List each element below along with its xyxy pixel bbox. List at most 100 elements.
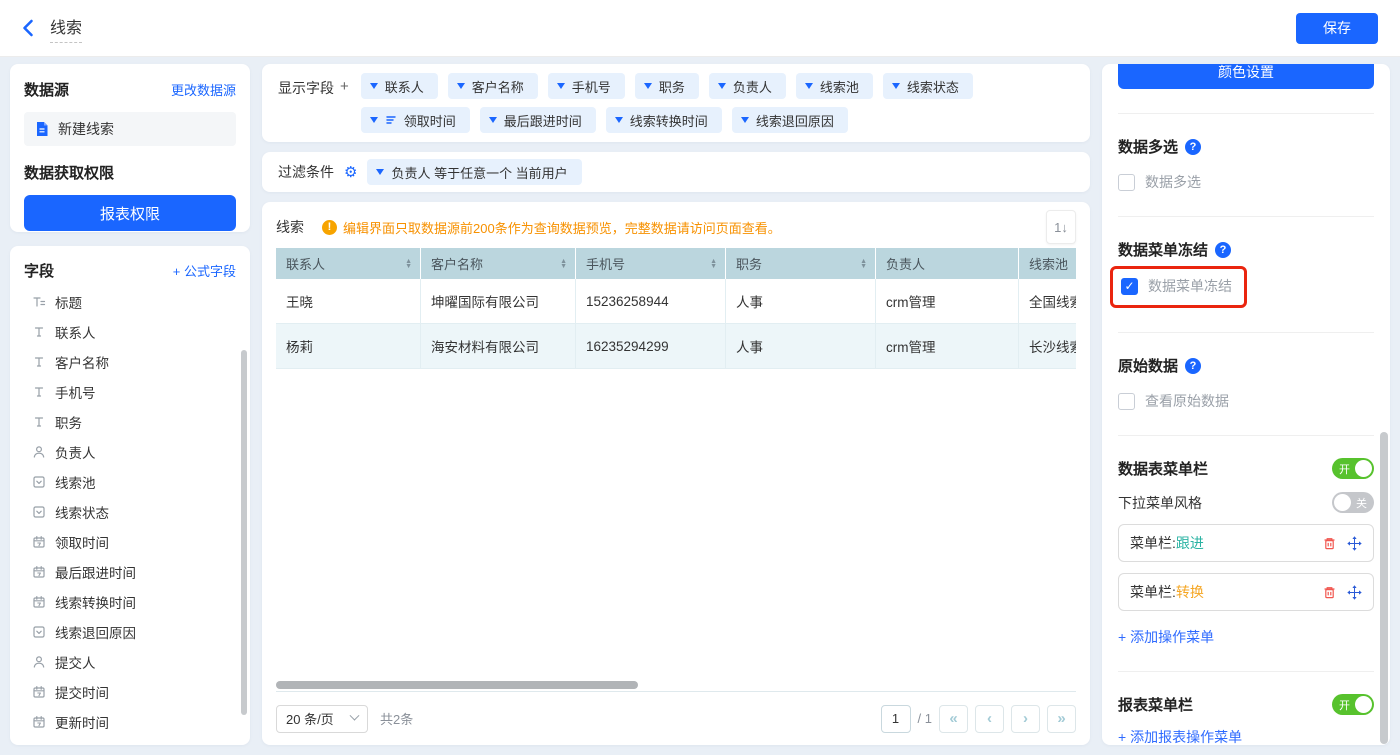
display-field-chip-手机号[interactable]: 手机号: [548, 73, 625, 99]
field-item-客户名称[interactable]: 客户名称: [24, 347, 236, 377]
move-icon[interactable]: [1347, 536, 1362, 551]
main-layout: 数据源 更改数据源 新建线索 数据获取权限 报表权限 字段 + 公式字段 标题联…: [0, 57, 1400, 755]
trash-icon[interactable]: [1322, 536, 1337, 551]
filter-condition-chip[interactable]: 负责人 等于任意一个 当前用户: [367, 159, 581, 185]
color-settings-button[interactable]: 颜色设置: [1118, 64, 1374, 89]
display-field-chip-联系人[interactable]: 联系人: [361, 73, 438, 99]
field-item-线索状态[interactable]: 线索状态: [24, 497, 236, 527]
table-menu-toggle[interactable]: 开: [1332, 458, 1374, 479]
data-preview-panel: 线索 ! 编辑界面只取数据源前200条作为查询数据预览，完整数据请访问页面查看。…: [262, 202, 1090, 745]
horizontal-scrollbar-track: [276, 679, 1076, 691]
display-field-chip-线索转换时间[interactable]: 线索转换时间: [606, 107, 722, 133]
chip-label: 负责人: [733, 77, 772, 96]
save-button[interactable]: 保存: [1296, 13, 1378, 44]
field-item-领取时间[interactable]: 领取时间: [24, 527, 236, 557]
calendar-icon: [32, 535, 46, 549]
sort-arrows-icon[interactable]: ▲▼: [860, 259, 867, 269]
move-icon[interactable]: [1347, 585, 1362, 600]
help-icon[interactable]: ?: [1185, 139, 1201, 155]
help-icon[interactable]: ?: [1185, 358, 1201, 374]
display-field-chip-客户名称[interactable]: 客户名称: [448, 73, 538, 99]
formula-field-link[interactable]: + 公式字段: [173, 261, 236, 280]
back-button[interactable]: [22, 19, 34, 37]
change-datasource-link[interactable]: 更改数据源: [171, 80, 236, 99]
field-item-职务[interactable]: 职务: [24, 407, 236, 437]
menu-item-value: 转换: [1176, 582, 1204, 602]
gear-icon[interactable]: ⚙: [344, 165, 357, 180]
display-field-chip-线索状态[interactable]: 线索状态: [883, 73, 973, 99]
display-field-chip-线索池[interactable]: 线索池: [796, 73, 873, 99]
display-field-chip-职务[interactable]: 职务: [635, 73, 699, 99]
field-item-线索转换时间[interactable]: 线索转换时间: [24, 587, 236, 617]
add-action-menu-link[interactable]: + 添加操作菜单: [1118, 627, 1374, 647]
menu-item-prefix: 菜单栏:: [1130, 533, 1176, 553]
prev-page-button[interactable]: ‹: [975, 705, 1004, 733]
multi-select-checkbox[interactable]: [1118, 174, 1135, 191]
display-field-chips: 联系人客户名称手机号职务 负责人 线索池 线索状态领取时间 最后跟进时间线索转换时间 线索…: [361, 73, 1074, 133]
column-header-职务[interactable]: 职务 ▲▼: [726, 248, 876, 279]
settings-scrollbar[interactable]: [1380, 432, 1388, 744]
horizontal-scrollbar[interactable]: [276, 681, 638, 689]
add-report-menu-link[interactable]: + 添加报表操作菜单: [1118, 727, 1374, 745]
column-header-客户名称[interactable]: 客户名称▲▼: [421, 248, 576, 279]
chevron-down-icon: [350, 711, 360, 721]
field-item-联系人[interactable]: 联系人: [24, 317, 236, 347]
column-header-负责人[interactable]: 负责人: [876, 248, 1019, 279]
trash-icon[interactable]: [1322, 585, 1337, 600]
page-number-input[interactable]: [881, 705, 911, 733]
sort-arrows-icon[interactable]: ▲▼: [560, 259, 567, 269]
dropdown-style-toggle[interactable]: 关: [1332, 492, 1374, 513]
sort-arrows-icon[interactable]: ▲▼: [710, 259, 717, 269]
sort-arrows-icon[interactable]: ▲▼: [405, 259, 412, 269]
menu-item-转换[interactable]: 菜单栏: 转换: [1118, 573, 1374, 611]
field-item-提交时间[interactable]: 提交时间: [24, 677, 236, 707]
fields-scrollbar[interactable]: [241, 350, 247, 715]
sort-icon: [385, 114, 397, 126]
field-item-负责人[interactable]: 负责人: [24, 437, 236, 467]
chip-label: 线索退回原因: [756, 111, 834, 130]
fields-panel: 字段 + 公式字段 标题联系人客户名称手机号职务负责人线索池线索状态领取时间最后…: [10, 246, 250, 745]
menu-freeze-option[interactable]: 数据菜单冻结: [1121, 276, 1232, 296]
field-item-提交人[interactable]: 提交人: [24, 647, 236, 677]
sort-order-button[interactable]: 1↓: [1046, 210, 1076, 244]
help-icon[interactable]: ?: [1215, 242, 1231, 258]
field-item-label: 领取时间: [55, 532, 109, 552]
column-header-线索池[interactable]: 线索池: [1019, 248, 1076, 279]
multi-select-option[interactable]: 数据多选: [1118, 172, 1374, 192]
display-field-chip-线索退回原因[interactable]: 线索退回原因: [732, 107, 848, 133]
topbar: 线索 保存: [0, 0, 1400, 57]
datasource-item[interactable]: 新建线索: [24, 112, 236, 146]
field-item-标题[interactable]: 标题: [24, 287, 236, 317]
table-cell: crm管理: [876, 279, 1019, 323]
column-header-手机号[interactable]: 手机号▲▼: [576, 248, 726, 279]
report-permission-button[interactable]: 报表权限: [24, 195, 236, 231]
menu-freeze-checkbox[interactable]: [1121, 278, 1138, 295]
raw-data-option[interactable]: 查看原始数据: [1118, 391, 1374, 411]
chip-label: 线索池: [820, 77, 859, 96]
field-item-手机号[interactable]: 手机号: [24, 377, 236, 407]
first-page-button[interactable]: «: [939, 705, 968, 733]
column-header-联系人[interactable]: 联系人▲▼: [276, 248, 421, 279]
access-title: 数据获取权限: [24, 162, 236, 183]
last-page-button[interactable]: »: [1047, 705, 1076, 733]
field-item-线索池[interactable]: 线索池: [24, 467, 236, 497]
page-size-select[interactable]: 20 条/页: [276, 705, 368, 733]
field-item-线索退回原因[interactable]: 线索退回原因: [24, 617, 236, 647]
raw-data-checkbox[interactable]: [1118, 393, 1135, 410]
field-item-更新时间[interactable]: 更新时间: [24, 707, 236, 737]
next-page-button[interactable]: ›: [1011, 705, 1040, 733]
report-menu-title: 报表菜单栏: [1118, 694, 1193, 715]
field-item-label: 线索转换时间: [55, 592, 136, 612]
add-display-field-button[interactable]: +: [340, 78, 349, 95]
display-field-chip-最后跟进时间[interactable]: 最后跟进时间: [480, 107, 596, 133]
chip-label: 领取时间: [404, 111, 456, 130]
display-field-chip-负责人[interactable]: 负责人: [709, 73, 786, 99]
text-icon: [32, 355, 46, 369]
report-menu-toggle[interactable]: 开: [1332, 694, 1374, 715]
column-header-label: 职务: [736, 254, 762, 273]
menu-item-跟进[interactable]: 菜单栏: 跟进: [1118, 524, 1374, 562]
field-item-最后跟进时间[interactable]: 最后跟进时间: [24, 557, 236, 587]
chevron-down-icon: [489, 117, 497, 123]
menu-item-actions: [1322, 585, 1362, 600]
display-field-chip-领取时间[interactable]: 领取时间: [361, 107, 470, 133]
